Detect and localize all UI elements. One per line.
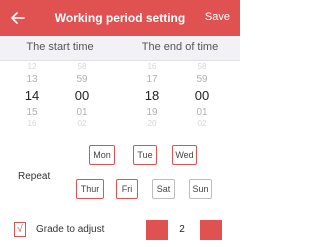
wheel-item: 01 [76, 107, 88, 118]
grade-label: Grade to adjust [36, 224, 105, 235]
save-button[interactable]: Save [205, 11, 230, 23]
wheel-item: 59 [196, 74, 208, 85]
day-toggle-fri[interactable]: Fri [116, 179, 138, 199]
grade-decrease-button[interactable] [146, 220, 168, 240]
day-toggle-sun[interactable]: Sun [189, 179, 212, 199]
selected-start-hour: 14 [24, 88, 40, 103]
wheel-item: 12 [27, 62, 37, 71]
day-toggle-tue[interactable]: Tue [133, 145, 157, 165]
wheel-item: 58 [77, 62, 87, 71]
wheel-item: 02 [197, 120, 207, 128]
wheel-item: 17 [146, 74, 158, 85]
selected-end-hour: 18 [144, 88, 160, 103]
end-time-picker[interactable]: 16 17 18 19 20 58 59 00 01 02 [120, 62, 240, 134]
day-toggle-thur[interactable]: Thur [76, 179, 104, 199]
wheel-item: 19 [146, 107, 158, 118]
grade-checkbox[interactable]: √ [14, 222, 26, 237]
start-hour-wheel[interactable]: 12 13 14 15 16 [12, 62, 52, 128]
wheel-item: 02 [77, 120, 87, 128]
grade-increase-button[interactable] [200, 220, 222, 240]
start-time-picker[interactable]: 12 13 14 15 16 58 59 00 01 02 [0, 62, 120, 134]
repeat-label: Repeat [18, 171, 51, 182]
selected-start-minute: 00 [74, 88, 90, 103]
wheel-item: 59 [76, 74, 88, 85]
wheel-item: 16 [27, 120, 37, 128]
grade-value: 2 [179, 224, 185, 235]
end-minute-wheel[interactable]: 58 59 00 01 02 [182, 62, 222, 128]
tab-start-time[interactable]: The start time [0, 41, 120, 53]
day-toggle-wed[interactable]: Wed [172, 145, 197, 165]
tab-end-time[interactable]: The end of time [120, 41, 240, 53]
time-tabs: The start time The end of time [0, 36, 240, 61]
wheel-item: 01 [196, 107, 208, 118]
selected-end-minute: 00 [194, 88, 210, 103]
grade-adjust-row: √ Grade to adjust 2 [0, 220, 240, 242]
header-bar: Working period setting Save [0, 0, 240, 36]
wheel-item: 13 [26, 74, 38, 85]
day-toggle-mon[interactable]: Mon [89, 145, 115, 165]
wheel-item: 20 [147, 120, 157, 128]
end-hour-wheel[interactable]: 16 17 18 19 20 [132, 62, 172, 128]
wheel-item: 16 [147, 62, 157, 71]
start-minute-wheel[interactable]: 58 59 00 01 02 [62, 62, 102, 128]
wheel-item: 15 [26, 107, 38, 118]
wheel-item: 58 [197, 62, 207, 71]
day-toggle-sat[interactable]: Sat [152, 179, 175, 199]
